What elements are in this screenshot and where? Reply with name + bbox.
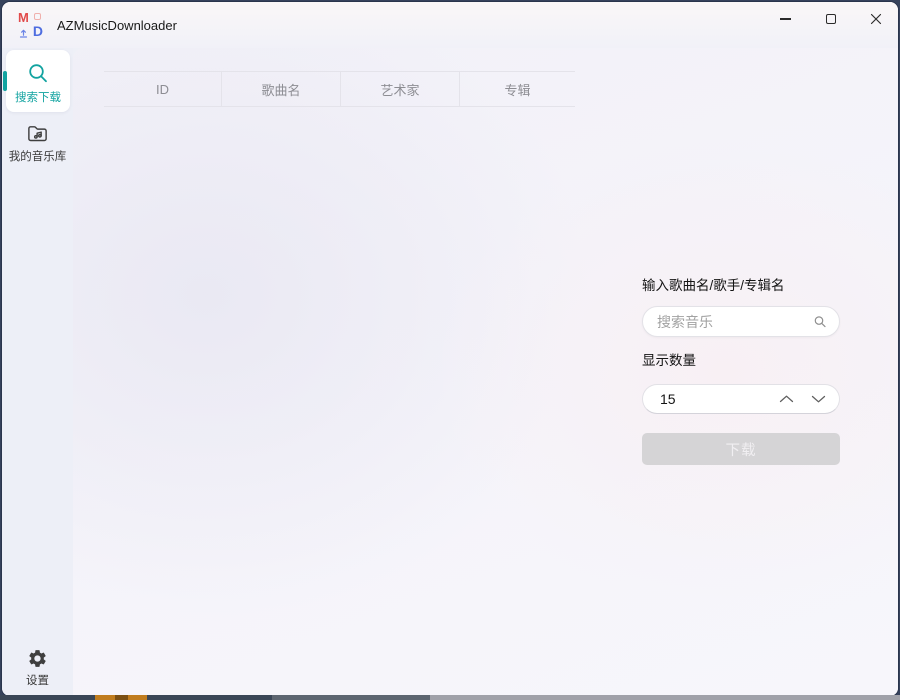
sidebar-item-search-download[interactable]: 搜索下载 [6,50,70,112]
minimize-icon [780,18,791,19]
main-content: ID 歌曲名 艺术家 专辑 输入歌曲名/歌手/专辑名 显示数量 15 下载 [73,48,898,696]
close-icon [870,13,882,25]
download-button[interactable]: 下载 [642,433,840,465]
sidebar-item-my-music-library[interactable]: 我的音乐库 [2,122,73,164]
logo-letter-m: M [18,10,29,25]
logo-letter-d: D [33,23,43,39]
search-input[interactable] [643,314,813,330]
column-header-artist: 艺术家 [341,72,460,106]
search-box [642,306,840,337]
sidebar: 搜索下载 我的音乐库 设置 [2,48,73,696]
maximize-icon [826,14,836,24]
close-button[interactable] [853,2,898,36]
count-value: 15 [643,391,771,407]
sidebar-item-label: 设置 [26,672,49,688]
logo-square-icon [34,13,41,20]
spinner-decrease-button[interactable] [803,385,833,413]
title-bar: M D AZMusicDownloader [2,2,898,48]
taskbar-sliver [147,695,272,700]
results-table-header: ID 歌曲名 艺术家 专辑 [104,71,575,107]
chevron-up-icon [779,395,794,403]
sidebar-item-label: 搜索下载 [15,89,61,105]
search-field-label: 输入歌曲名/歌手/专辑名 [642,274,785,294]
chevron-down-icon [811,395,826,403]
taskbar-sliver [430,695,900,700]
gear-icon [27,648,48,669]
sidebar-item-label: 我的音乐库 [9,148,67,164]
taskbar-sliver [0,695,95,700]
count-field-label: 显示数量 [642,349,696,369]
minimize-button[interactable] [763,2,808,36]
column-header-song: 歌曲名 [222,72,341,106]
window-title: AZMusicDownloader [57,18,177,33]
maximize-button[interactable] [808,2,853,36]
logo-upload-arrow-icon [19,29,28,38]
window-controls [763,2,898,36]
taskbar-sliver-icon [95,695,147,700]
column-header-id: ID [104,72,222,106]
app-logo-icon: M D [18,12,44,38]
app-window: M D AZMusicDownloader 搜索下载 [2,2,898,696]
search-input-icon [813,315,827,329]
column-header-album: 专辑 [460,72,575,106]
count-spinner[interactable]: 15 [642,384,840,414]
active-indicator [3,71,7,91]
taskbar-sliver [272,695,430,700]
sidebar-item-settings[interactable]: 设置 [2,648,73,688]
music-library-icon [26,122,49,145]
search-icon [26,62,50,86]
spinner-increase-button[interactable] [771,385,801,413]
